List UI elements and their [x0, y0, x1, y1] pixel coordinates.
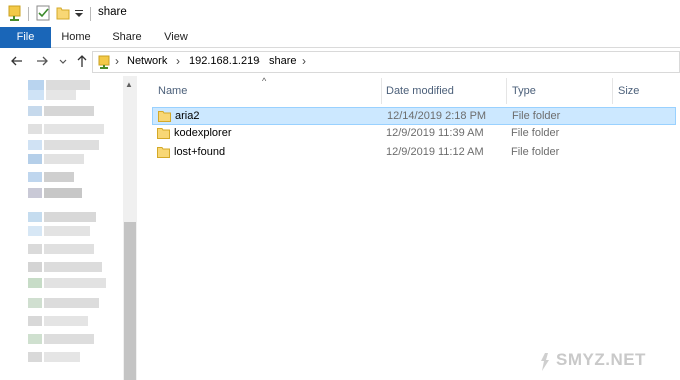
tab-file[interactable]: File — [0, 27, 51, 48]
file-name: aria2 — [175, 110, 200, 122]
tab-home[interactable]: Home — [56, 27, 96, 48]
column-divider[interactable] — [381, 78, 382, 104]
tab-share[interactable]: Share — [106, 27, 148, 48]
column-header-type[interactable]: Type — [512, 85, 536, 97]
scrollbar-thumb[interactable] — [124, 222, 136, 380]
arrow-left-icon[interactable] — [9, 53, 25, 69]
arrow-up-icon[interactable] — [74, 53, 90, 69]
breadcrumb-separator[interactable]: › — [256, 54, 260, 68]
folder-icon — [158, 111, 171, 122]
file-date-modified: 12/9/2019 11:39 AM — [386, 127, 484, 139]
file-date-modified: 12/14/2019 2:18 PM — [387, 110, 487, 122]
column-divider[interactable] — [612, 78, 613, 104]
toolbar-separator — [90, 7, 91, 21]
breadcrumb-separator[interactable]: › — [115, 54, 119, 68]
file-row-aria2[interactable]: aria2 12/14/2019 2:18 PM File folder — [152, 107, 676, 125]
properties-icon[interactable] — [36, 5, 51, 21]
network-drive-icon — [98, 55, 110, 69]
title-bar: share — [0, 0, 680, 27]
column-header-size[interactable]: Size — [618, 85, 639, 97]
tab-view[interactable]: View — [158, 27, 194, 48]
file-date-modified: 12/9/2019 11:12 AM — [386, 146, 484, 158]
navigation-bar: › Network › 192.168.1.219 › share › — [0, 48, 680, 76]
file-list-pane: ^ Name Date modified Type Size aria2 12/… — [138, 76, 680, 380]
navigation-pane: ▲ — [0, 76, 138, 380]
toolbar-separator — [28, 7, 29, 21]
ribbon-tabs: File Home Share View — [0, 27, 680, 48]
breadcrumb-share[interactable]: share — [269, 55, 297, 67]
file-type: File folder — [511, 127, 560, 139]
customize-quick-access-icon[interactable] — [74, 5, 84, 21]
column-header-name[interactable]: Name — [158, 85, 187, 97]
sort-ascending-icon: ^ — [262, 76, 267, 86]
window-title: share — [98, 6, 127, 18]
column-divider[interactable] — [506, 78, 507, 104]
network-drive-icon[interactable] — [8, 5, 22, 21]
arrow-right-icon[interactable] — [34, 53, 50, 69]
scroll-up-arrow-icon[interactable]: ▲ — [125, 80, 133, 89]
folder-icon — [157, 128, 170, 139]
column-header-date-modified[interactable]: Date modified — [386, 85, 454, 97]
file-name: kodexplorer — [174, 127, 232, 139]
breadcrumb-separator[interactable]: › — [302, 54, 306, 68]
watermark-logo-icon — [541, 353, 549, 371]
column-headers: ^ Name Date modified Type Size — [138, 76, 680, 106]
file-type: File folder — [511, 146, 560, 158]
chevron-down-icon[interactable] — [58, 53, 68, 69]
file-row-kodexplorer[interactable]: kodexplorer 12/9/2019 11:39 AM File fold… — [152, 125, 676, 143]
watermark-text: SMYZ.NET — [556, 350, 646, 369]
file-name: lost+found — [174, 146, 226, 158]
breadcrumb-network[interactable]: Network — [127, 55, 167, 67]
breadcrumb-host[interactable]: 192.168.1.219 — [189, 55, 259, 67]
breadcrumb-separator[interactable]: › — [176, 54, 180, 68]
file-row-lost-found[interactable]: lost+found 12/9/2019 11:12 AM File folde… — [152, 144, 676, 162]
folder-icon — [157, 147, 170, 158]
new-folder-icon[interactable] — [56, 5, 70, 21]
address-bar[interactable]: › Network › 192.168.1.219 › share › — [92, 51, 680, 73]
file-type: File folder — [512, 110, 561, 122]
